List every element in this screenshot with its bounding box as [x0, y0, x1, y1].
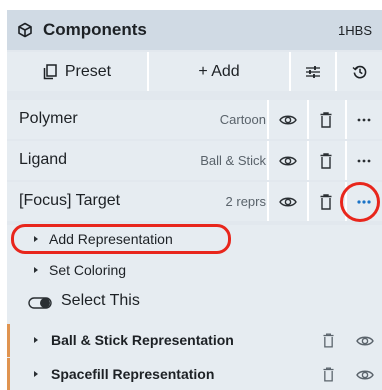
eye-icon — [279, 197, 297, 206]
more-options-button-active[interactable] — [345, 182, 382, 221]
remove-representation-button[interactable] — [311, 358, 345, 390]
toggle-icon — [28, 297, 52, 309]
add-representation-action[interactable]: Add Representation — [7, 225, 382, 255]
trash-icon — [320, 193, 332, 210]
component-repr-summary: Ball & Stick — [200, 153, 266, 168]
history-button[interactable] — [337, 52, 382, 91]
component-actions-menu: Add Representation Set Coloring Select T… — [7, 225, 382, 390]
preset-label: Preset — [64, 62, 112, 80]
component-row-polymer[interactable]: Polymer Cartoon — [7, 100, 382, 139]
eye-icon — [279, 156, 297, 165]
components-toolbar: Preset + Add — [7, 52, 382, 91]
components-header: Components 1HBS — [7, 10, 382, 50]
select-this-action[interactable]: Select This — [7, 287, 382, 317]
eye-icon — [356, 370, 374, 379]
caret-right-icon — [34, 236, 38, 242]
caret-right-icon — [34, 371, 38, 377]
more-options-button[interactable] — [345, 141, 382, 180]
add-label: + Add — [198, 62, 240, 80]
preset-icon — [43, 63, 57, 79]
history-icon — [352, 65, 366, 78]
preset-button[interactable]: Preset — [7, 52, 147, 91]
component-row-ligand[interactable]: Ligand Ball & Stick — [7, 141, 382, 180]
set-coloring-action[interactable]: Set Coloring — [7, 256, 382, 286]
panel-title: Components — [43, 20, 147, 39]
representation-label: Ball & Stick Representation — [51, 332, 234, 348]
visibility-button[interactable] — [269, 141, 307, 180]
options-button[interactable] — [291, 52, 335, 91]
representation-visibility-button[interactable] — [348, 358, 382, 390]
trash-icon — [322, 333, 334, 348]
eye-icon — [279, 115, 297, 124]
visibility-button[interactable] — [269, 182, 307, 221]
trash-icon — [320, 152, 332, 169]
remove-button[interactable] — [307, 182, 345, 221]
add-button[interactable]: + Add — [149, 52, 289, 91]
component-repr-summary: 2 reprs — [225, 194, 266, 209]
component-row-focus-target[interactable]: [Focus] Target 2 reprs — [7, 182, 382, 221]
add-representation-label: Add Representation — [49, 231, 173, 247]
eye-icon — [356, 336, 374, 345]
caret-right-icon — [34, 267, 38, 273]
caret-right-icon — [34, 337, 38, 343]
visibility-button[interactable] — [269, 100, 307, 139]
component-name: Ligand — [19, 151, 68, 168]
set-coloring-label: Set Coloring — [49, 262, 127, 278]
remove-representation-button[interactable] — [311, 324, 345, 357]
more-icon — [357, 199, 371, 204]
representation-row[interactable]: Spacefill Representation — [7, 358, 382, 390]
sliders-icon — [306, 65, 320, 78]
cube-icon — [18, 22, 32, 38]
representation-label: Spacefill Representation — [51, 366, 215, 382]
structure-id: 1HBS — [338, 23, 372, 38]
more-icon — [357, 118, 371, 121]
trash-icon — [322, 367, 334, 382]
component-repr-summary: Cartoon — [219, 112, 266, 127]
more-options-button[interactable] — [345, 100, 382, 139]
representation-visibility-button[interactable] — [348, 324, 382, 357]
more-icon — [357, 159, 371, 162]
remove-button[interactable] — [307, 100, 345, 139]
component-name: [Focus] Target — [19, 192, 121, 209]
representation-row[interactable]: Ball & Stick Representation — [7, 324, 382, 357]
select-this-label: Select This — [61, 292, 140, 309]
remove-button[interactable] — [307, 141, 345, 180]
trash-icon — [320, 111, 332, 128]
component-name: Polymer — [19, 110, 78, 127]
